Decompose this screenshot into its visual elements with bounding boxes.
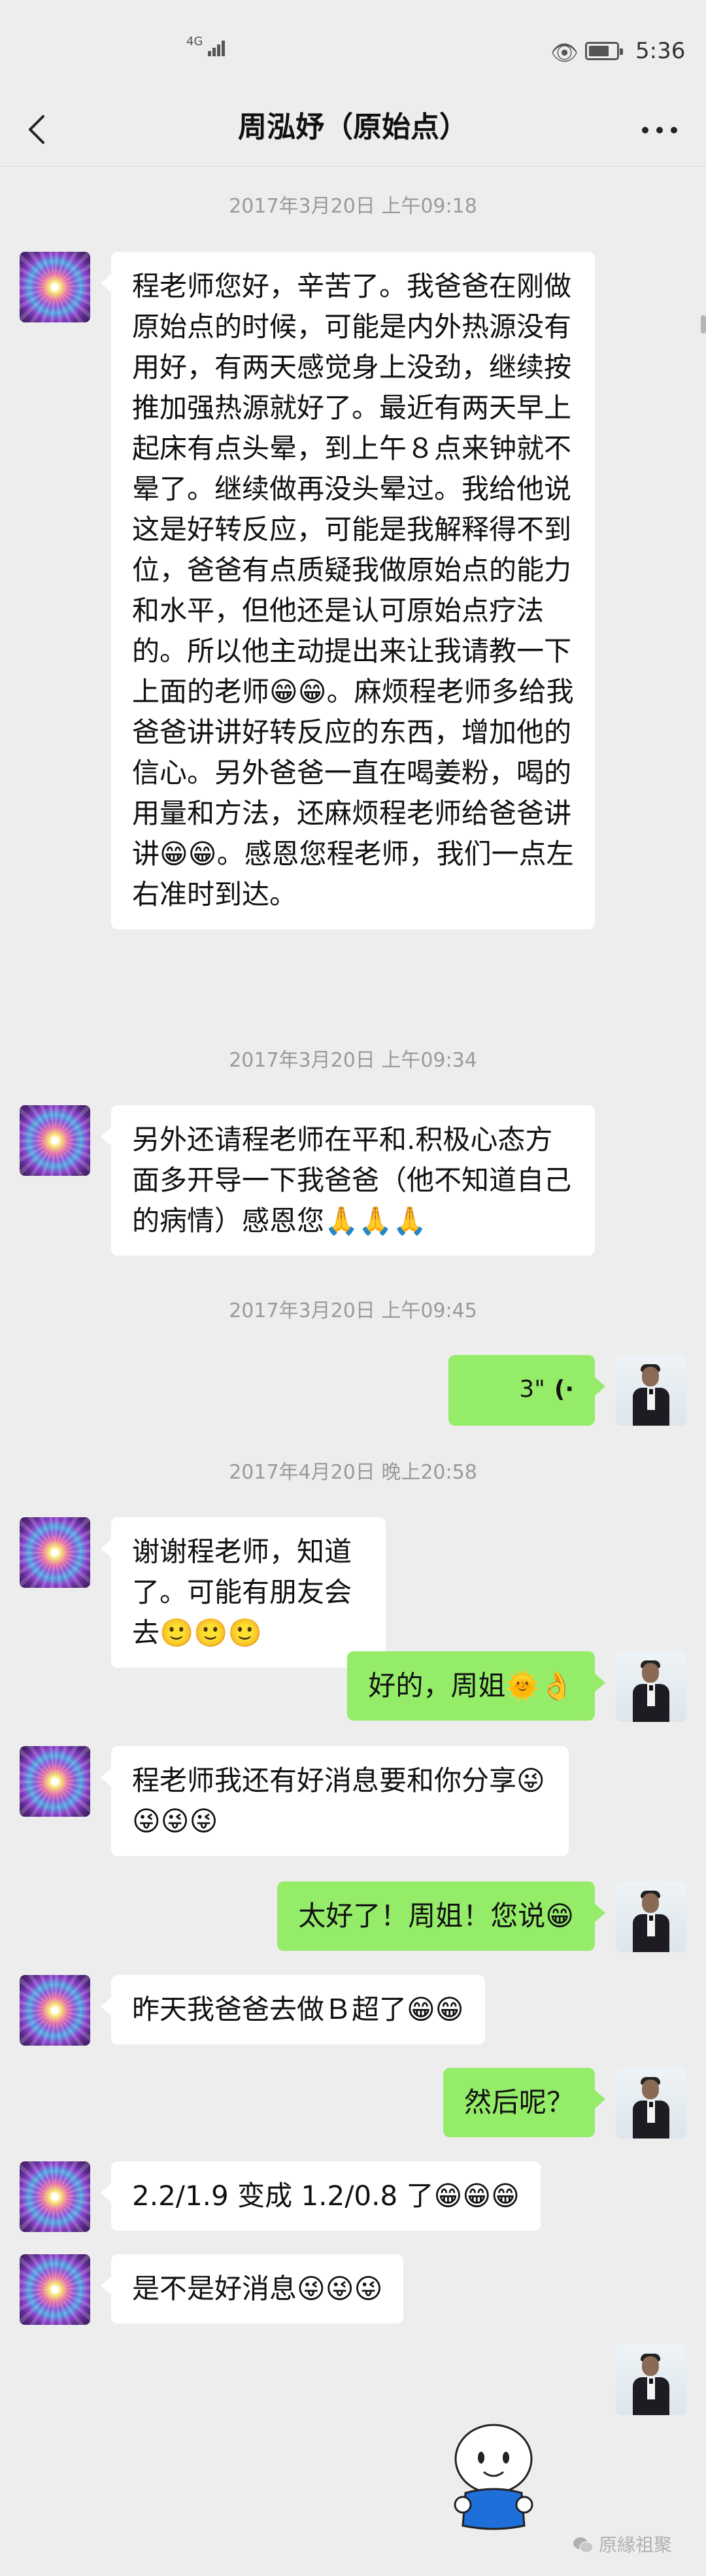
message-bubble-received[interactable]: 谢谢程老师，知道了。可能有朋友会去🙂🙂🙂 [101,1517,386,1668]
message-bubble-sent[interactable]: 然后呢？ [443,2068,606,2137]
message-bubble-received[interactable]: 另外还请程老师在平和.积极心态方面多开导一下我爸爸（他不知道自己的病情）感恩您🙏… [101,1105,595,1256]
my-avatar[interactable] [616,1651,686,1722]
battery-icon [585,42,623,60]
contact-avatar[interactable] [20,1975,90,2046]
message-timestamp: 2017年4月20日 晚上20:58 [229,1461,477,1484]
message-bubble-sent[interactable]: 太好了！周姐！您说😁 [277,1881,605,1951]
contact-avatar[interactable] [20,1746,90,1817]
message-timestamp: 2017年3月20日 上午09:18 [229,195,477,218]
contact-avatar[interactable] [20,1105,90,1176]
status-bar: 4G 👁 5:36 [0,0,706,105]
scrollbar-thumb[interactable] [701,315,706,334]
chat-title: 周泓妤（原始点） [238,111,468,144]
voice-message-bubble[interactable]: 3" (· [448,1355,605,1426]
message-bubble-received[interactable]: 程老师我还有好消息要和你分享😜😜😜😜 [101,1746,569,1856]
chat-header: 周泓妤（原始点） [0,92,706,167]
chevron-left-icon [29,115,44,144]
watermark-text: 原緣祖聚 [599,2534,673,2556]
contact-avatar[interactable] [20,2254,90,2325]
message-timestamp: 2017年3月20日 上午09:34 [229,1049,477,1072]
message-bubble-received[interactable]: 2.2/1.9 变成 1.2/0.8 了😁😁😁 [101,2161,541,2231]
signal-icon [208,39,227,56]
voice-wave-icon: (· [554,1376,574,1403]
contact-avatar[interactable] [20,2161,90,2232]
message-timestamp: 2017年3月20日 上午09:45 [229,1299,477,1322]
back-button[interactable] [21,110,54,149]
more-button[interactable] [641,116,680,143]
voice-duration: 3" [519,1376,545,1403]
message-bubble-received[interactable]: 是不是好消息😜😜😜 [100,2254,404,2324]
contact-avatar[interactable] [20,252,90,322]
my-avatar[interactable] [616,2068,686,2138]
status-time: 5:36 [635,38,686,64]
eye-icon: 👁 [550,40,579,66]
my-avatar[interactable] [616,1881,686,1952]
message-bubble-received[interactable]: 昨天我爸爸去做Ｂ超了😁😁 [101,1975,485,2044]
message-bubble-sent[interactable]: 好的，周姐🌞👌 [347,1651,605,1721]
mascot-sticker [445,2420,543,2531]
message-bubble-received[interactable]: 程老师您好，辛苦了。我爸爸在刚做原始点的时候，可能是内外热源没有用好，有两天感觉… [101,252,595,929]
more-dots-icon [642,127,648,133]
my-avatar[interactable] [616,2344,686,2415]
network-indicator: 4G [186,35,203,48]
contact-avatar[interactable] [20,1517,90,1588]
my-avatar[interactable] [616,1355,686,1426]
wechat-icon [573,2537,594,2553]
